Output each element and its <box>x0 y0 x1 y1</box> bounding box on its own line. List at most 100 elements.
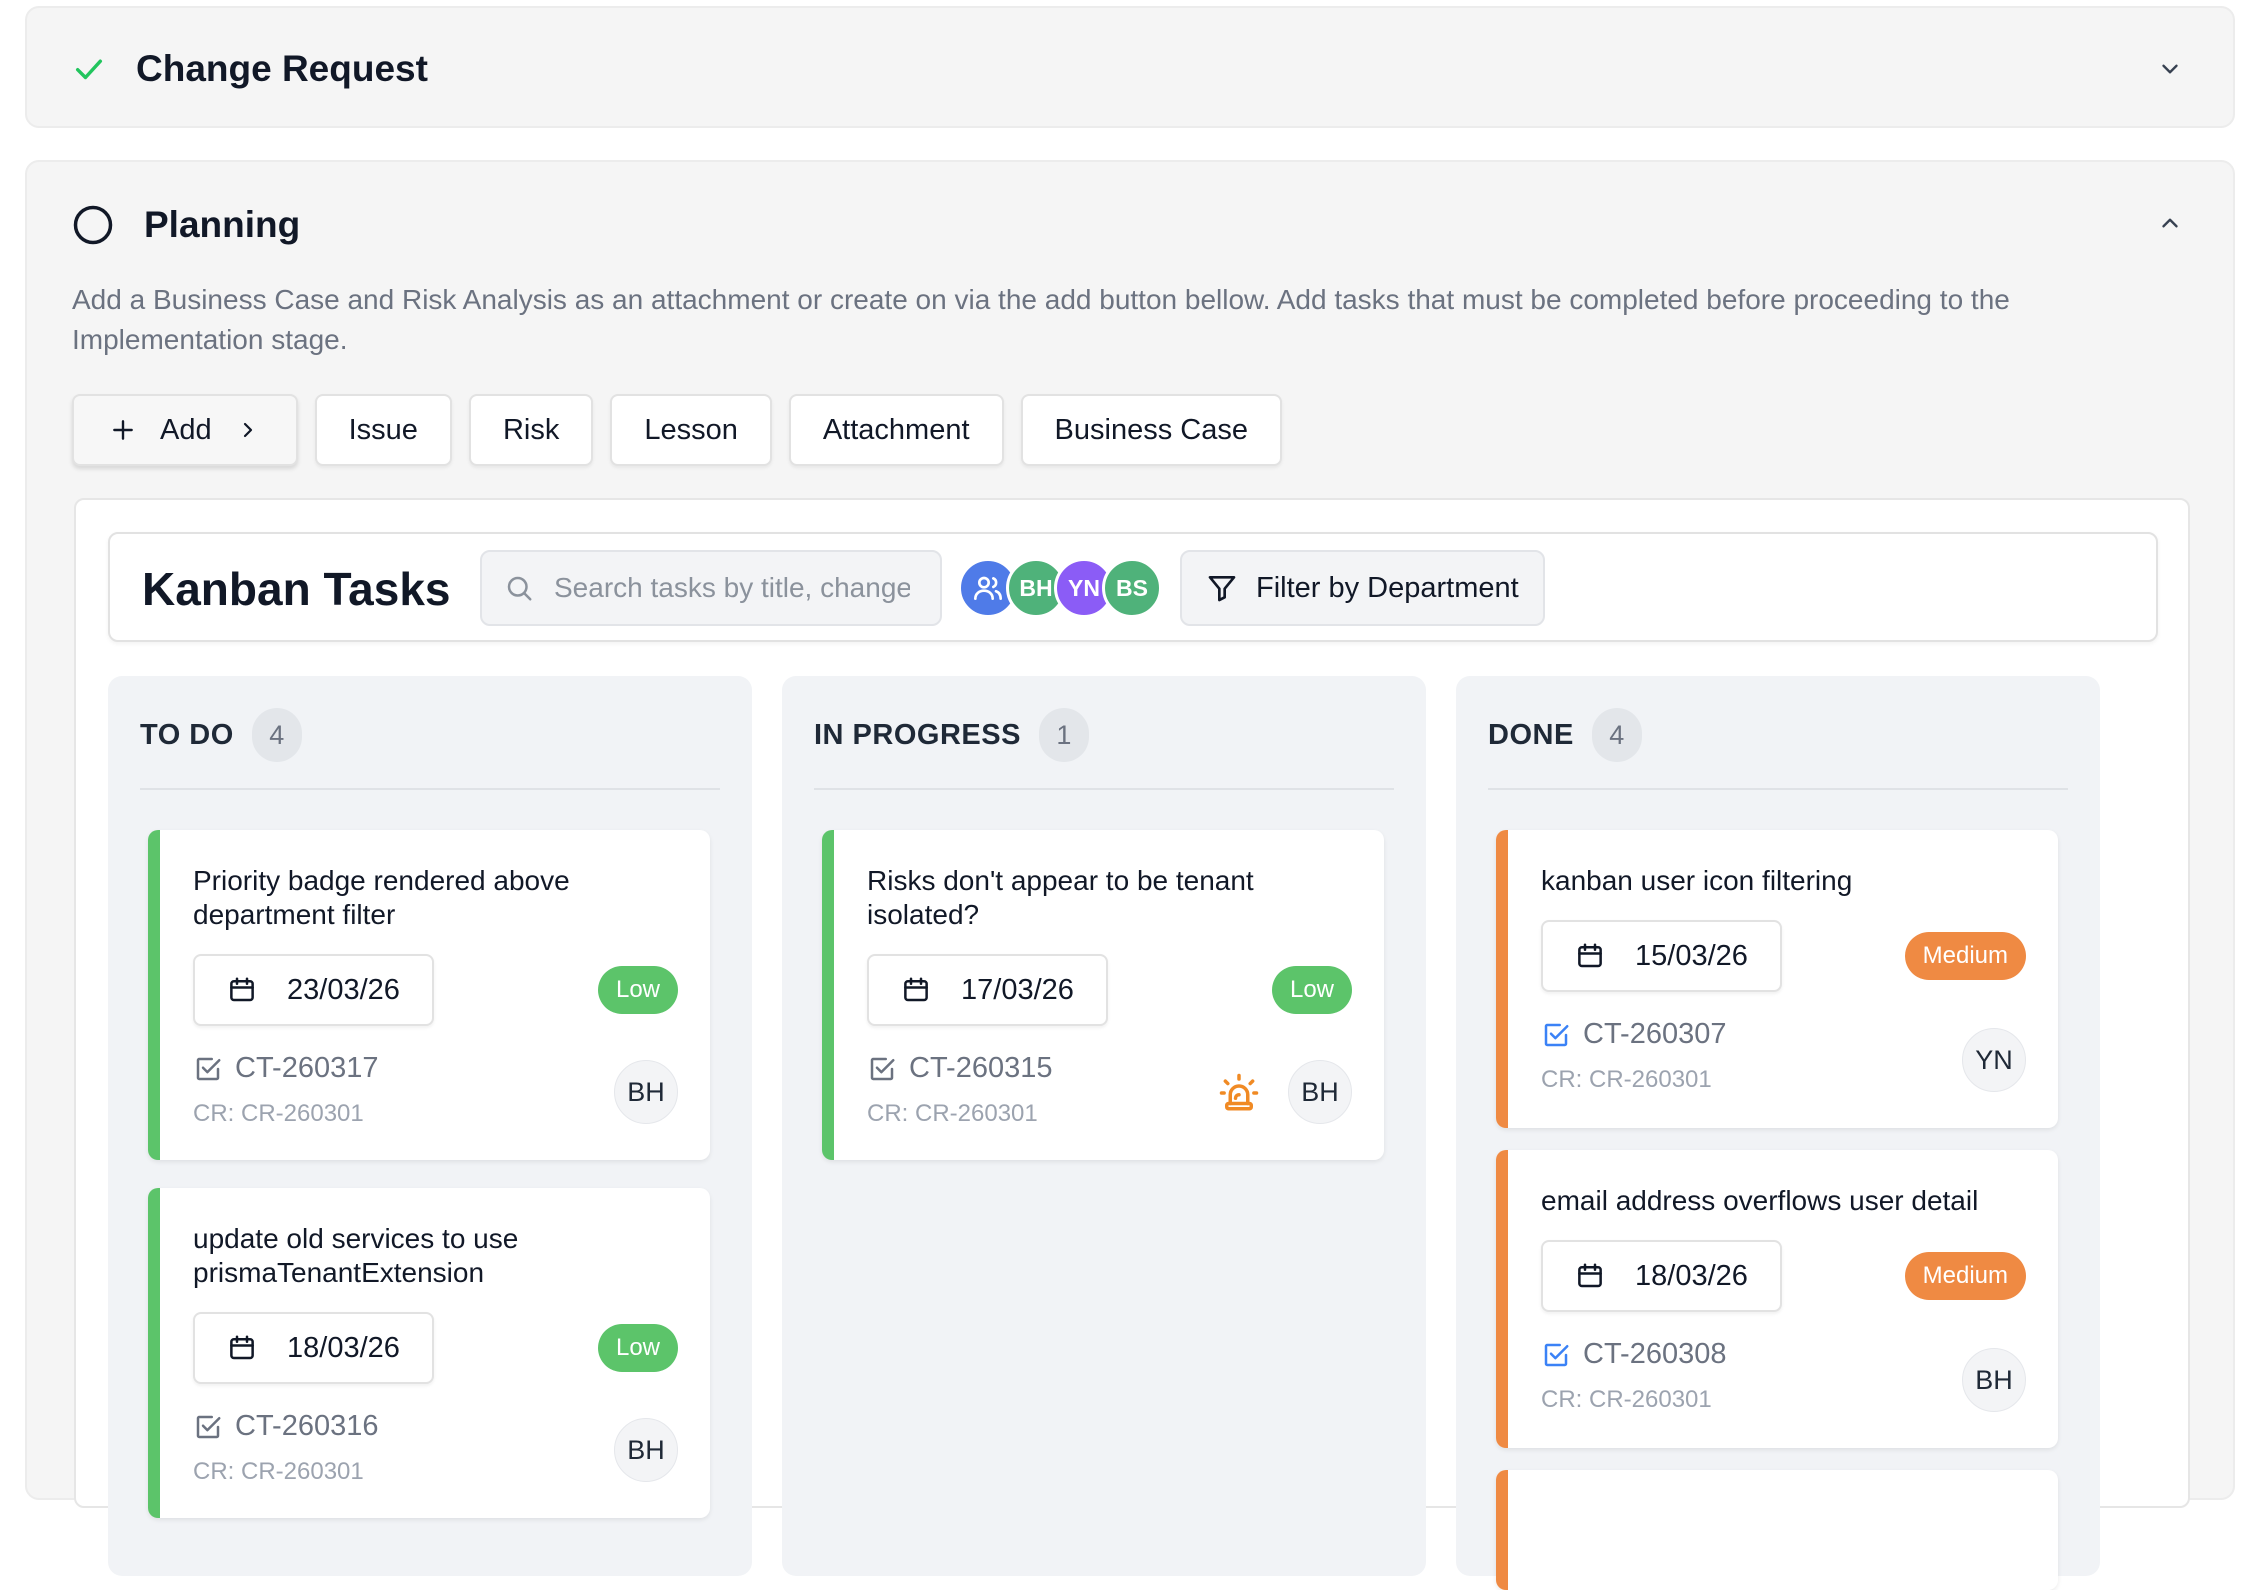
planning-header[interactable]: Planning <box>72 162 300 288</box>
chevron-up-icon[interactable] <box>2157 210 2183 236</box>
task-code: CT-260315 <box>867 1052 1053 1085</box>
users-icon <box>974 576 1002 600</box>
check-icon <box>75 59 103 80</box>
attachment-button[interactable]: Attachment <box>788 394 1004 466</box>
calendar-icon <box>230 1335 254 1360</box>
task-card[interactable]: Risks don't appear to be tenant isolated… <box>822 830 1384 1160</box>
filter-by-department-button[interactable]: Filter by Department <box>1180 550 1545 626</box>
priority-bar <box>148 830 160 1160</box>
change-request-ref: CR: CR-260301 <box>867 1100 1038 1127</box>
action-buttons: Add Issue Risk Lesson Attachment Busines… <box>72 394 1282 466</box>
change-request-ref: CR: CR-260301 <box>193 1100 364 1127</box>
task-code-text: CT-260308 <box>1583 1338 1727 1370</box>
priority-badge: Low <box>597 1324 678 1372</box>
kanban-board: Kanban Tasks BH YN BS Filter by Departme… <box>74 498 2190 1590</box>
due-date: 18/03/26 <box>287 1331 400 1364</box>
task-card[interactable]: update old services to use prismaTenantE… <box>148 1188 710 1518</box>
task-title: email address overflows user detail <box>1541 1185 1979 1216</box>
task-title: update old services to use prismaTenantE… <box>193 1223 519 1288</box>
circle-icon <box>73 205 113 245</box>
priority-bar <box>1496 1150 1508 1448</box>
column-count: 1 <box>1038 708 1089 762</box>
change-request-ref: CR: CR-260301 <box>1541 1066 1712 1093</box>
business-case-button[interactable]: Business Case <box>1020 394 1282 466</box>
avatar-bs[interactable]: BS <box>1102 558 1162 618</box>
task-card[interactable]: Priority badge rendered above department… <box>148 830 710 1160</box>
column-divider <box>814 788 1394 790</box>
task-code: CT-260307 <box>1541 1018 1727 1051</box>
add-button-label: Add <box>160 413 212 446</box>
siren-icon <box>1219 1073 1259 1111</box>
chevron-right-icon <box>243 422 252 438</box>
column-count: 4 <box>251 708 302 762</box>
due-date: 18/03/26 <box>1635 1259 1748 1292</box>
search-input[interactable] <box>552 571 912 605</box>
task-card[interactable]: kanban user icon filtering 15/03/26 Medi… <box>1496 830 2058 1128</box>
column-title: DONE <box>1488 718 1574 751</box>
task-card[interactable]: email address overflows user detail 18/0… <box>1496 1150 2058 1448</box>
column-todo: TO DO 4 Priority badge rendered above de… <box>108 676 752 1576</box>
priority-bar <box>1496 1470 1508 1590</box>
task-code-text: CT-260315 <box>909 1052 1053 1084</box>
plus-icon <box>113 420 133 440</box>
checkbox-checked-icon <box>1544 1343 1569 1366</box>
change-request-title: Change Request <box>136 48 428 89</box>
column-header: IN PROGRESS 1 <box>814 708 1089 762</box>
checkbox-icon <box>196 1057 221 1080</box>
assignee-avatar[interactable]: BH <box>614 1060 678 1124</box>
column-header: TO DO 4 <box>140 708 302 762</box>
search-box[interactable] <box>480 550 942 626</box>
due-date-button[interactable]: 18/03/26 <box>1541 1240 1782 1312</box>
due-date-button[interactable]: 23/03/26 <box>193 954 434 1026</box>
change-request-section[interactable]: Change Request <box>25 6 2235 128</box>
column-title: TO DO <box>140 718 234 751</box>
task-code-text: CT-260317 <box>235 1052 379 1084</box>
task-code: CT-260308 <box>1541 1338 1727 1371</box>
assignee-avatar[interactable]: BH <box>1962 1348 2026 1412</box>
assignee-avatar[interactable]: BH <box>614 1418 678 1482</box>
planning-title: Planning <box>144 204 301 245</box>
priority-badge: Low <box>1271 966 1352 1014</box>
filter-label: Filter by Department <box>1256 571 1519 604</box>
task-title: Risks don't appear to be tenant isolated… <box>867 865 1254 930</box>
due-date-button[interactable]: 17/03/26 <box>867 954 1108 1026</box>
due-date: 15/03/26 <box>1635 939 1748 972</box>
assignee-avatar[interactable]: YN <box>1962 1028 2026 1092</box>
chevron-down-icon[interactable] <box>2157 56 2183 82</box>
calendar-icon <box>1578 1263 1602 1288</box>
priority-bar <box>822 830 834 1160</box>
column-done: DONE 4 kanban user icon filtering 15/03/… <box>1456 676 2100 1590</box>
column-count: 4 <box>1591 708 1642 762</box>
task-card[interactable] <box>1496 1470 2058 1590</box>
change-request-ref: CR: CR-260301 <box>193 1458 364 1485</box>
kanban-header: Kanban Tasks BH YN BS Filter by Departme… <box>108 532 2158 642</box>
due-date: 23/03/26 <box>287 973 400 1006</box>
calendar-icon <box>904 977 928 1002</box>
issue-button[interactable]: Issue <box>314 394 452 466</box>
calendar-icon <box>230 977 254 1002</box>
planning-section: Planning Add a Business Case and Risk An… <box>25 160 2235 1590</box>
due-date-button[interactable]: 18/03/26 <box>193 1312 434 1384</box>
assignee-avatar[interactable]: BH <box>1288 1060 1352 1124</box>
due-date-button[interactable]: 15/03/26 <box>1541 920 1782 992</box>
task-code-text: CT-260307 <box>1583 1018 1727 1050</box>
calendar-icon <box>1578 943 1602 968</box>
search-icon <box>507 576 532 601</box>
column-in-progress: IN PROGRESS 1 Risks don't appear to be t… <box>782 676 1426 1576</box>
checkbox-icon <box>870 1057 895 1080</box>
column-divider <box>140 788 720 790</box>
priority-bar <box>148 1188 160 1518</box>
checkbox-icon <box>196 1415 221 1438</box>
column-divider <box>1488 788 2068 790</box>
add-button[interactable]: Add <box>72 394 298 466</box>
risk-button[interactable]: Risk <box>468 394 594 466</box>
due-date: 17/03/26 <box>961 973 1074 1006</box>
task-title: Priority badge rendered above department… <box>193 865 570 930</box>
priority-badge: Medium <box>1904 932 2026 980</box>
kanban-title: Kanban Tasks <box>142 563 451 615</box>
task-title: kanban user icon filtering <box>1541 865 1853 896</box>
lesson-button[interactable]: Lesson <box>610 394 772 466</box>
column-title: IN PROGRESS <box>814 718 1021 751</box>
change-request-header[interactable]: Change Request <box>72 8 428 130</box>
planning-description: Add a Business Case and Risk Analysis as… <box>72 284 2010 355</box>
